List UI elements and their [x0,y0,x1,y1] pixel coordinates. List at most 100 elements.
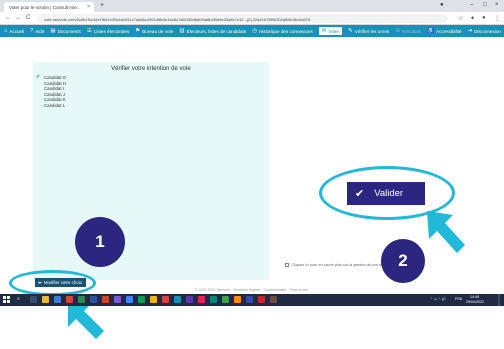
tab-title: Voter pour le scrutin | Consult Inte... [9,5,81,10]
nav-item-label: Accueil [9,28,25,34]
app-icon-11[interactable] [258,296,265,303]
tab-close-icon[interactable]: × [87,4,90,10]
candidate-name: Candidat G [44,75,67,80]
nav-icon: ✎ [348,28,353,34]
nav-icon: ⌂ [4,28,8,34]
forward-icon[interactable]: → [15,15,21,21]
checkbox-icon [285,263,289,267]
nav-icon: ⇥ [467,28,473,34]
task-view-icon[interactable] [30,296,37,303]
app-icon-5[interactable] [186,296,193,303]
menu-icon[interactable]: ⋮ [494,15,500,22]
nav-item-vérifier-les-urnes[interactable]: ✎ Vérifier les urnes [348,28,389,34]
show-desktop-button[interactable] [498,294,500,306]
clock-date[interactable]: 29/04/2021 [466,300,484,304]
nav-item-historique-des-connexions[interactable]: ◷ Historique des connexions [252,28,313,34]
excel-icon[interactable] [78,296,85,303]
nav-item-label: Vérifier les urnes [354,28,390,34]
app-icon-1[interactable] [138,296,145,303]
nav-item-label: Aide [35,28,45,34]
step-2-arrow-icon [427,211,465,253]
reload-icon[interactable]: C [26,15,30,21]
candidate-list: ✔ Candidat G Candidat H Candidat I Candidat … [36,74,67,109]
app-icon-2[interactable] [150,296,157,303]
nav-item-label: Bureau de vote [142,28,174,34]
nav-item-label: Listes électorales [93,28,130,34]
app-navbar: ⌂ Accueil ? Aide ▤ Documents ☰ Listes électoral… [0,25,504,37]
nav-item-label: Voter [328,28,340,34]
app-icon-7[interactable] [210,296,217,303]
candidate-name: Candidat I [44,86,65,92]
back-icon[interactable]: ← [5,15,11,21]
selected-check-icon: ✔ [36,74,41,80]
app-icon-10[interactable] [246,296,253,303]
candidate-name: Candidat K [44,97,66,103]
chrome-icon[interactable] [126,296,133,303]
nav-item-résultats[interactable]: ⚖ Résultats [395,28,421,34]
clock-time[interactable]: 14:48 [470,295,479,299]
input-language[interactable]: FRA [455,297,462,301]
word-icon[interactable] [90,296,97,303]
app-icon-9[interactable] [234,296,241,303]
nav-icon: ⚖ [395,28,401,34]
account-icon[interactable]: ● [482,15,486,21]
nav-item-electeurs-listes-de-candidats[interactable]: ▥ Electeurs, listes de candidats [179,28,246,34]
candidate-name: Candidat L [44,102,66,108]
nav-item-label: Documents [57,28,81,34]
nav-icon: ✉ [321,28,327,34]
app-icon-12[interactable] [270,296,277,303]
minimize-icon[interactable]: – [470,2,473,8]
nav-item-label: Déconnexion [474,28,501,34]
app-icon-8[interactable] [222,296,229,303]
vote-verification-panel: Vérifier votre intention de vote ✔ Candid… [33,62,269,280]
nav-item-documents[interactable]: ▤ Documents [50,28,80,34]
step-1-ring [9,270,96,296]
nav-icon: ♿ [427,28,435,34]
nav-item-voter[interactable]: ✉ Voter [318,27,343,35]
browser-tab-bar: Voter pour le scrutin | Consult Inte... … [0,0,504,12]
url-field[interactable]: vote.neovote.com/2c6b1f1c42e1f6d1e3f3cbb… [38,14,448,23]
nav-item-bureau-de-vote[interactable]: ⚑ Bureau de vote [135,28,173,34]
os-taskbar: ⌕ ⌃ ▭ ◔ 🔊 FRA 14:48 29/04/2021 [0,294,504,306]
nav-item-aide[interactable]: ? Aide [30,28,44,34]
windows-start-icon[interactable] [3,296,10,303]
close-window-icon[interactable]: × [495,2,499,8]
candidate-name: Candidat H [44,80,66,86]
browser-tab[interactable]: Voter pour le scrutin | Consult Inte... … [4,2,94,12]
nav-item-label: Résultats [402,28,422,34]
address-bar-row: ← → C vote.neovote.com/2c6b1f1c42e1f6d1e… [0,12,504,25]
edge-icon[interactable] [54,296,61,303]
teams-icon[interactable] [114,296,121,303]
nav-icon: ▤ [50,28,56,34]
candidate-item: Candidat L [41,103,66,109]
powerpoint-icon[interactable] [102,296,109,303]
screen: Voter pour le scrutin | Consult Inte... … [0,0,504,349]
nav-item-accueil[interactable]: ⌂ Accueil [4,28,24,34]
nav-item-label: Electeurs, listes de candidats [186,28,247,34]
nav-icon: ☰ [86,28,92,34]
panel-title: Vérifier votre intention de vote [111,66,191,72]
star-icon[interactable]: ☆ [458,15,463,22]
new-tab-button[interactable]: + [98,2,106,10]
footer-text: © 2007-2021 Neovote · Mentions légales ·… [195,288,309,292]
app-icon-3[interactable] [162,296,169,303]
maximize-icon[interactable]: □ [483,2,487,8]
app-icon-6[interactable] [198,296,205,303]
mail-icon[interactable] [66,296,73,303]
app-icon-4[interactable] [174,296,181,303]
nav-item-déconnexion[interactable]: ⇥ Déconnexion [467,28,500,34]
search-icon[interactable]: ⌕ [17,296,20,302]
profile-icon[interactable]: ● [440,2,444,8]
nav-icon: ⚑ [135,28,141,34]
file-explorer-icon[interactable] [42,296,49,303]
nav-icon: ▥ [179,28,185,34]
step-2-badge: 2 [381,239,425,283]
extensions-icon[interactable]: ✦ [470,15,475,22]
nav-item-label: Accessibilité [436,28,462,34]
nav-item-listes-électorales[interactable]: ☰ Listes électorales [87,28,129,34]
nav-icon: ◷ [252,28,257,34]
system-tray-icons[interactable]: ⌃ ▭ ◔ 🔊 [430,297,446,301]
nav-item-label: Historique des connexions [258,28,313,34]
nav-item-accessibilité[interactable]: ♿ Accessibilité [427,28,461,34]
candidate-name: Candidat J [44,91,65,97]
